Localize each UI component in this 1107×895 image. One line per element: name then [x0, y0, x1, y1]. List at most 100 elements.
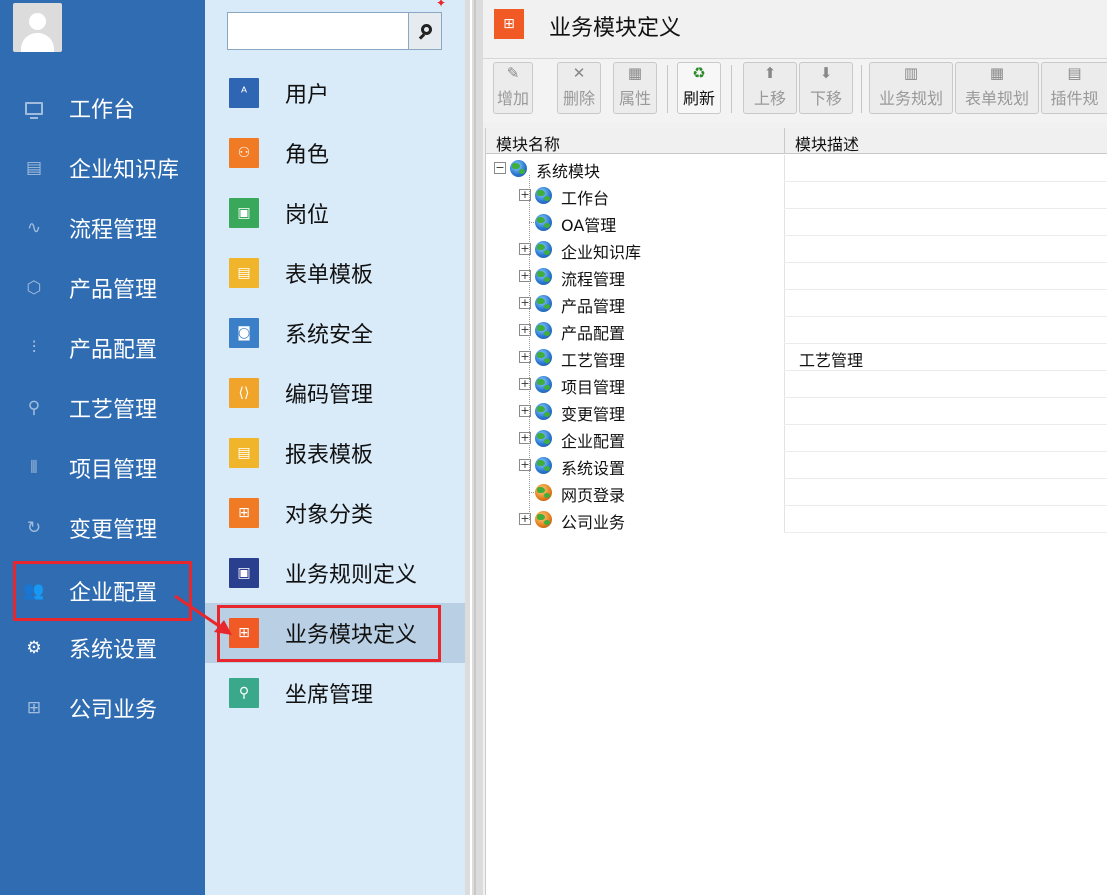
table-row[interactable]: + 公司业务	[486, 506, 1107, 533]
nav-item-label: 系统设置	[69, 638, 158, 663]
nav-item-label: 变更管理	[69, 518, 158, 543]
nav-item-label: 工作台	[69, 98, 136, 123]
avatar[interactable]	[13, 3, 62, 52]
row-name: 产品配置	[561, 324, 626, 343]
user-icon: ᴬ	[229, 78, 259, 108]
submenu-item-report-template[interactable]: ▤ 报表模板	[205, 423, 465, 483]
nav-item-process[interactable]: ∿ 流程管理	[0, 198, 205, 258]
module-tree-grid: 模块名称 模块描述 − 系统模块 + 工作台 OA管理 + 企业知识库 + 流程管理 + 产品管理 +…	[485, 128, 1107, 895]
globe-icon	[510, 160, 527, 177]
monitor-icon	[23, 97, 45, 119]
table-row[interactable]: + 工艺管理 工艺管理	[486, 344, 1107, 371]
table-row[interactable]: 网页登录	[486, 479, 1107, 506]
submenu-item-label: 表单模板	[285, 263, 374, 288]
globe-icon	[535, 457, 552, 474]
table-row[interactable]: − 系统模块	[486, 155, 1107, 182]
nav-item-enterprise-config[interactable]: 👥 企业配置	[13, 561, 192, 621]
globe-icon	[535, 295, 552, 312]
nav-item-project[interactable]: ⫴ 项目管理	[0, 438, 205, 498]
avatar-head	[29, 13, 46, 30]
globe-icon	[535, 241, 552, 258]
collapse-icon[interactable]: −	[494, 162, 506, 174]
nav-item-label: 企业知识库	[69, 158, 180, 183]
table-row[interactable]: + 产品配置	[486, 317, 1107, 344]
search-icon	[420, 23, 432, 35]
form-plan-button[interactable]: ▦ 表单规划	[955, 62, 1039, 114]
row-name: 网页登录	[561, 486, 626, 505]
nav-item-workbench[interactable]: 工作台	[0, 78, 205, 138]
submenu-item-business-rule[interactable]: ▣ 业务规则定义	[205, 543, 465, 603]
globe-icon	[535, 349, 552, 366]
search-button[interactable]	[408, 13, 441, 49]
annotation-arrow-icon	[174, 594, 232, 635]
report-icon: ▤	[229, 438, 259, 468]
submenu-item-system-security[interactable]: ◙ 系统安全	[205, 303, 465, 363]
table-row[interactable]: + 企业配置	[486, 425, 1107, 452]
flow-icon: ∿	[26, 218, 42, 238]
submenu-item-object-category[interactable]: ⊞ 对象分类	[205, 483, 465, 543]
move-down-button[interactable]: ⬇ 下移	[799, 62, 853, 114]
submenu-item-role[interactable]: ⚇ 角色	[205, 123, 465, 183]
panel-splitter[interactable]	[465, 0, 483, 895]
avatar-body	[21, 33, 54, 52]
tree-line	[529, 175, 530, 520]
delete-button[interactable]: ✕ 删除	[557, 62, 601, 114]
table-row[interactable]: + 产品管理	[486, 290, 1107, 317]
column-header-name[interactable]: 模块名称	[496, 131, 560, 155]
move-up-button[interactable]: ⬆ 上移	[743, 62, 797, 114]
row-name: 企业知识库	[561, 243, 642, 262]
toolbar: ✎ 增加 ✕ 删除 ▦ 属性 ♻ 刷新 ⬆ 上移 ⬇ 下移 ▥ 业务规划 ▦ 表…	[483, 58, 1107, 122]
row-name: 产品管理	[561, 297, 626, 316]
submenu-item-user[interactable]: ᴬ 用户	[205, 63, 465, 123]
submenu-item-label: 用户	[285, 83, 330, 108]
submenu-item-form-template[interactable]: ▤ 表单模板	[205, 243, 465, 303]
nav-item-product-config[interactable]: ⫶ 产品配置	[0, 318, 205, 378]
globe-icon	[535, 214, 552, 231]
row-desc: 工艺管理	[799, 351, 864, 370]
code-icon: ⟨⟩	[229, 378, 259, 408]
nav-item-label: 工艺管理	[69, 398, 158, 423]
row-name: 项目管理	[561, 378, 626, 397]
arrow-up-icon: ⬆	[763, 64, 777, 82]
pin-icon[interactable]: ✦	[436, 0, 446, 10]
cube-icon: ⬡	[26, 278, 42, 298]
add-button-label: 增加	[496, 89, 529, 108]
add-icon: ✎	[506, 64, 520, 82]
table-row[interactable]: OA管理	[486, 209, 1107, 236]
main-nav: 工作台 ▤ 企业知识库 ∿ 流程管理 ⬡ 产品管理 ⫶ 产品配置 ⚲ 工艺管理 …	[0, 0, 205, 895]
plugin-plan-button-label: 插件规	[1050, 89, 1099, 108]
submenu-item-label: 系统安全	[285, 323, 374, 348]
column-header-desc[interactable]: 模块描述	[795, 131, 859, 155]
grid-icon: ⊞	[26, 698, 42, 718]
gear-icon: ⚙	[26, 638, 42, 658]
post-icon: ▣	[229, 198, 259, 228]
business-plan-button[interactable]: ▥ 业务规划	[869, 62, 953, 114]
table-row[interactable]: + 系统设置	[486, 452, 1107, 479]
web-globe-icon	[535, 484, 552, 501]
nav-item-knowledge-base[interactable]: ▤ 企业知识库	[0, 138, 205, 198]
form-icon: ▤	[229, 258, 259, 288]
nav-item-craft[interactable]: ⚲ 工艺管理	[0, 378, 205, 438]
row-name: 公司业务	[561, 513, 626, 532]
table-row[interactable]: + 工作台	[486, 182, 1107, 209]
properties-button[interactable]: ▦ 属性	[613, 62, 657, 114]
table-row[interactable]: + 变更管理	[486, 398, 1107, 425]
submenu-item-label: 岗位	[285, 203, 330, 228]
submenu-item-seat-management[interactable]: ⚲ 坐席管理	[205, 663, 465, 723]
move-down-button-label: 下移	[809, 89, 842, 108]
globe-icon	[535, 376, 552, 393]
submenu-item-code-management[interactable]: ⟨⟩ 编码管理	[205, 363, 465, 423]
submenu-item-post[interactable]: ▣ 岗位	[205, 183, 465, 243]
table-row[interactable]: + 项目管理	[486, 371, 1107, 398]
plugin-plan-button[interactable]: ▤ 插件规	[1041, 62, 1107, 114]
row-name: 流程管理	[561, 270, 626, 289]
sliders-icon: ⫶	[31, 338, 37, 358]
add-button[interactable]: ✎ 增加	[493, 62, 533, 114]
table-row[interactable]: + 流程管理	[486, 263, 1107, 290]
nav-item-product[interactable]: ⬡ 产品管理	[0, 258, 205, 318]
nav-item-label: 项目管理	[69, 458, 158, 483]
table-row[interactable]: + 企业知识库	[486, 236, 1107, 263]
nav-item-change[interactable]: ↻ 变更管理	[0, 498, 205, 558]
refresh-button[interactable]: ♻ 刷新	[677, 62, 721, 114]
nav-item-company-business[interactable]: ⊞ 公司业务	[0, 678, 205, 738]
